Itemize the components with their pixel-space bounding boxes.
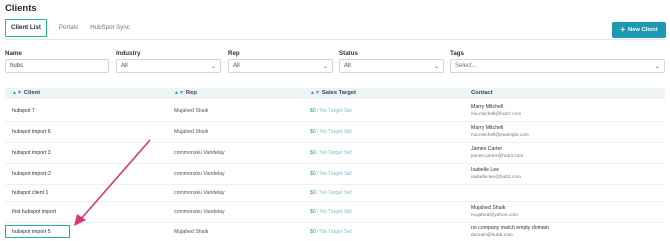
- annotation-arrow: [74, 139, 151, 226]
- arrow-shaft: [79, 139, 151, 221]
